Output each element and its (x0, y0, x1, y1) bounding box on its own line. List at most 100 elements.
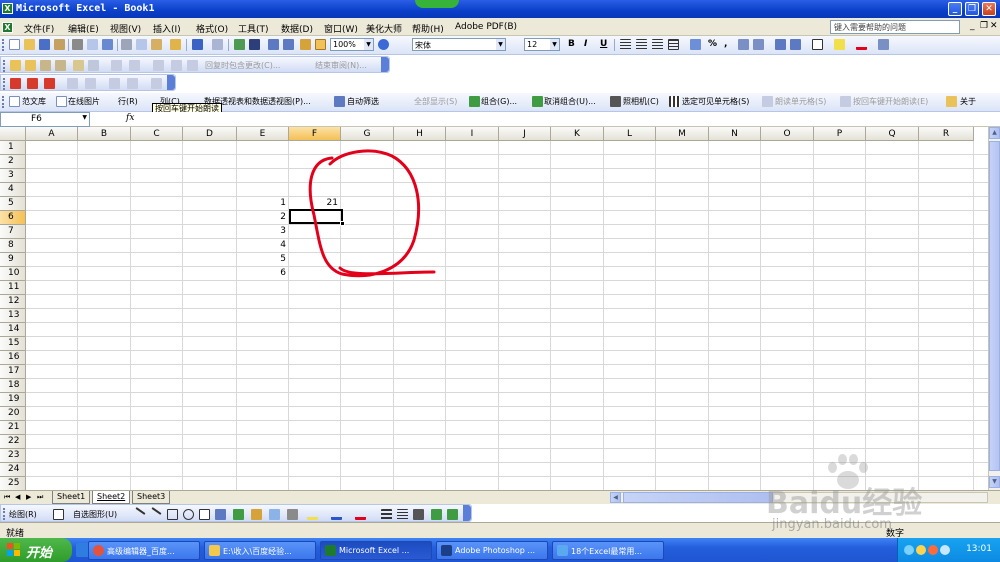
document-icon[interactable]: X (2, 22, 13, 33)
about-icon[interactable] (946, 96, 957, 107)
line-icon[interactable] (135, 507, 146, 515)
task-browser[interactable]: 高级编辑器_百度... (88, 541, 200, 560)
column-header-H[interactable]: H (394, 127, 446, 141)
close-button[interactable]: ✕ (982, 2, 996, 16)
row-header-24[interactable]: 24 (0, 463, 26, 477)
line-color-icon[interactable] (331, 509, 342, 520)
cell-E5[interactable]: 1 (237, 197, 286, 210)
comma-button[interactable]: , (724, 39, 727, 49)
shadow-icon[interactable] (431, 509, 442, 520)
column-header-L[interactable]: L (604, 127, 656, 141)
pdf-review-icon[interactable] (44, 78, 55, 89)
copy-icon[interactable] (136, 39, 147, 50)
menu-insert[interactable]: 插入(I) (153, 22, 181, 35)
row-header-22[interactable]: 22 (0, 435, 26, 449)
column-header-O[interactable]: O (761, 127, 814, 141)
prev-sheet-icon[interactable]: ◀ (15, 493, 20, 501)
tab-sheet2[interactable]: Sheet2 (92, 491, 131, 504)
column-header-G[interactable]: G (341, 127, 394, 141)
toolbar-options-icon[interactable] (381, 57, 389, 72)
fill-color-icon[interactable] (834, 39, 845, 50)
chevron-down-icon[interactable]: ▼ (82, 114, 87, 121)
name-box[interactable]: F6 ▼ (0, 112, 90, 127)
show-all-comments-icon[interactable] (88, 60, 99, 71)
toolbar-options-icon[interactable] (878, 39, 889, 50)
row-header-21[interactable]: 21 (0, 421, 26, 435)
print-icon[interactable] (72, 39, 83, 50)
toolbar-grip[interactable] (3, 60, 6, 72)
percent-button[interactable]: % (708, 39, 717, 49)
save-icon[interactable] (39, 39, 50, 50)
chevron-down-icon[interactable]: ▼ (496, 39, 505, 50)
column-header-A[interactable]: A (26, 127, 78, 141)
print-preview-icon[interactable] (87, 39, 98, 50)
decrease-indent-icon[interactable] (775, 39, 786, 50)
new-comment-icon[interactable] (10, 60, 21, 71)
cell-E7[interactable]: 3 (237, 225, 286, 238)
scroll-thumb[interactable] (989, 141, 1000, 471)
autosum-icon[interactable] (249, 39, 260, 50)
line-style-icon[interactable] (381, 509, 392, 520)
rectangle-icon[interactable] (167, 509, 178, 520)
zoom-select[interactable]: 100% ▼ (330, 38, 374, 51)
show-comment-icon[interactable] (73, 60, 84, 71)
group-icon[interactable] (469, 96, 480, 107)
row-header-25[interactable]: 25 (0, 477, 26, 491)
online-image-icon[interactable] (56, 96, 67, 107)
filter-icon[interactable] (334, 96, 345, 107)
picture-file-icon[interactable] (287, 509, 298, 520)
new-icon[interactable] (9, 39, 20, 50)
chevron-down-icon[interactable]: ▼ (550, 39, 559, 50)
insert-row-button[interactable]: 行(R) (118, 96, 138, 107)
align-left-icon[interactable] (620, 39, 631, 50)
formula-bar[interactable] (0, 112, 1000, 127)
toolbar-grip[interactable] (2, 96, 5, 108)
column-header-C[interactable]: C (131, 127, 183, 141)
font-size-select[interactable]: 12 ▼ (524, 38, 560, 51)
diagram-icon[interactable] (233, 509, 244, 520)
column-header-P[interactable]: P (814, 127, 866, 141)
autofilter-button[interactable]: 自动筛选 (347, 96, 379, 107)
select-objects-icon[interactable] (53, 509, 64, 520)
speak-cells-icon[interactable] (762, 96, 773, 107)
row-header-11[interactable]: 11 (0, 281, 26, 295)
bold-button[interactable]: B (568, 39, 575, 49)
prev-comment-icon[interactable] (40, 60, 51, 71)
underline-button[interactable]: U (600, 39, 607, 49)
end-review-button[interactable]: 结束审阅(N)... (315, 60, 367, 71)
italic-button[interactable]: I (584, 39, 587, 49)
toolbar-options-icon[interactable] (463, 505, 471, 521)
last-sheet-icon[interactable]: ⏭ (37, 493, 43, 502)
row-header-17[interactable]: 17 (0, 365, 26, 379)
task-article[interactable]: 18个Excel最常用... (552, 541, 664, 560)
reply-icon[interactable] (187, 60, 198, 71)
column-header-F[interactable]: F (289, 127, 341, 141)
permission-icon[interactable] (54, 39, 65, 50)
speak-cells-button[interactable]: 朗读单元格(S) (775, 96, 826, 107)
menu-format[interactable]: 格式(O) (196, 22, 228, 35)
next-sheet-icon[interactable]: ▶ (26, 493, 31, 501)
cell-E10[interactable]: 6 (237, 267, 286, 280)
borders-icon[interactable] (812, 39, 823, 50)
task-photoshop[interactable]: Adobe Photoshop ... (436, 541, 548, 560)
row-header-13[interactable]: 13 (0, 309, 26, 323)
first-sheet-icon[interactable]: ⏮ (4, 493, 10, 502)
speak-on-enter-button[interactable]: 按回车键开始朗读(E) (853, 96, 928, 107)
help-search-input[interactable]: 键入需要帮助的问题 (830, 20, 960, 34)
group-button[interactable]: 组合(G)... (481, 96, 517, 107)
worksheet-grid[interactable]: A B C D E F G H I J K L M N O P Q R 1 2 3 4 5 6 7 8 9 10 11 12 13 14 15 1… (0, 127, 988, 491)
oval-icon[interactable] (183, 509, 194, 520)
pdf-convert-icon[interactable] (10, 78, 21, 89)
menu-beautify[interactable]: 美化大师 (366, 22, 402, 35)
row-header-19[interactable]: 19 (0, 393, 26, 407)
column-header-E[interactable]: E (237, 127, 289, 141)
start-button[interactable]: 开始 (0, 538, 72, 562)
speak-on-enter-icon[interactable] (840, 96, 851, 107)
row-header-1[interactable]: 1 (0, 141, 26, 155)
picture-icon[interactable] (269, 509, 280, 520)
tab-sheet3[interactable]: Sheet3 (132, 491, 171, 504)
row-header-6[interactable]: 6 (0, 211, 26, 225)
scroll-left-icon[interactable]: ◀ (610, 492, 621, 503)
row-header-18[interactable]: 18 (0, 379, 26, 393)
column-header-J[interactable]: J (499, 127, 551, 141)
